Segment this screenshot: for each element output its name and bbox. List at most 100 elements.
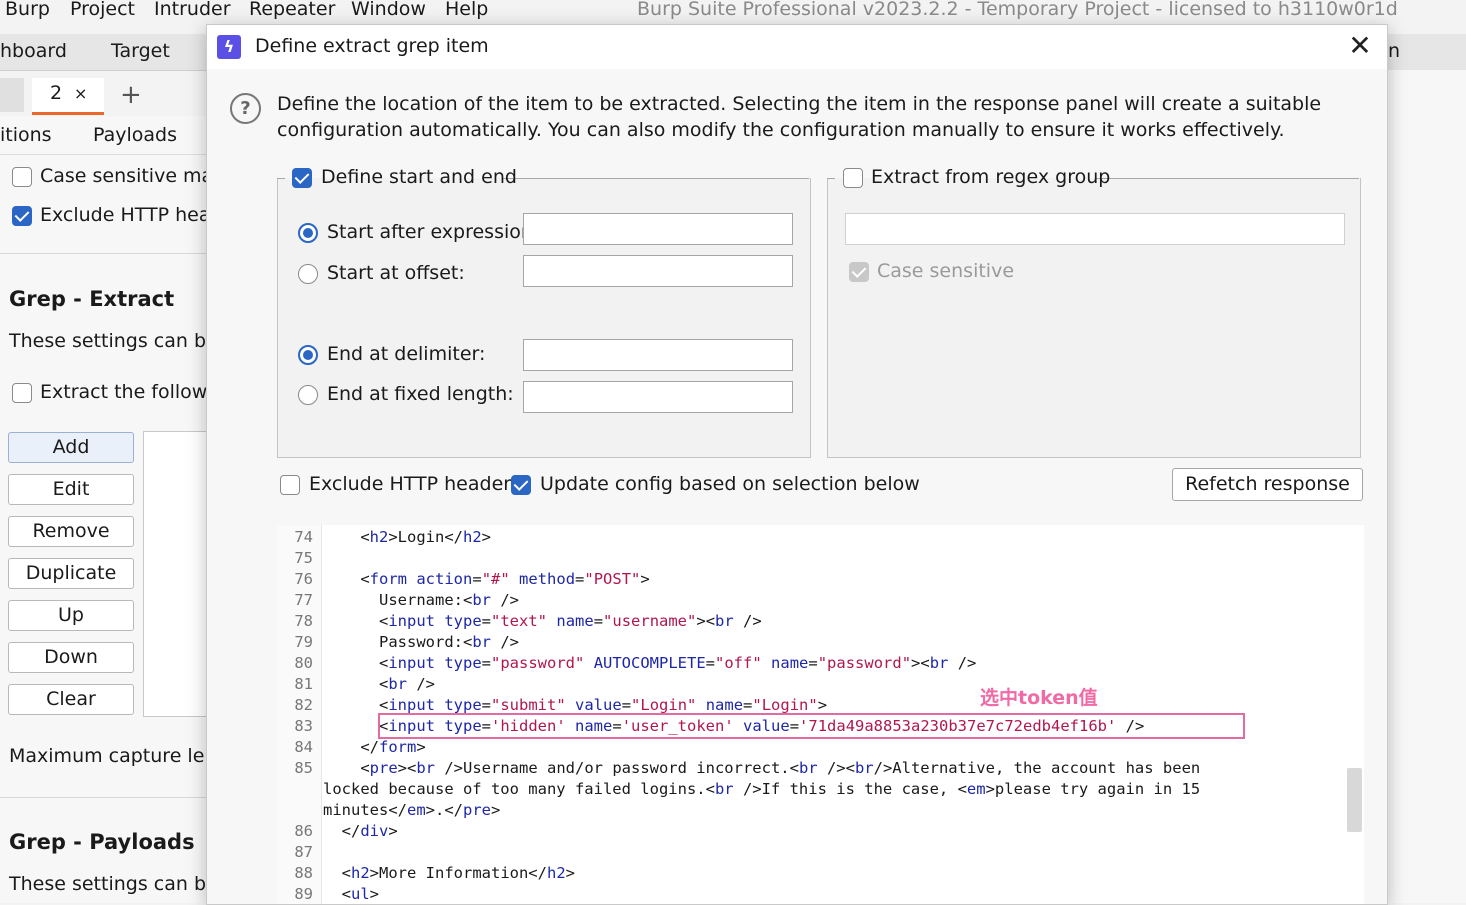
tab-payloads[interactable]: Payloads: [93, 124, 177, 146]
end-at-delimiter-label: End at delimiter:: [327, 343, 486, 365]
scrollbar-thumb[interactable]: [1347, 768, 1362, 832]
start-at-offset-radio[interactable]: [298, 264, 318, 284]
line-number: 89: [294, 885, 313, 903]
code-line[interactable]: <pre><br />Username and/or password inco…: [323, 759, 1200, 777]
code-line[interactable]: <br />: [323, 675, 435, 693]
down-button[interactable]: Down: [8, 642, 134, 673]
add-tab-icon[interactable]: +: [120, 80, 142, 110]
extract-following-label: Extract the followin: [40, 381, 206, 403]
grep-payloads-description: These settings can be u: [9, 873, 206, 895]
background-right-area: [1386, 70, 1466, 903]
line-number: 76: [294, 570, 313, 588]
group-border: [503, 178, 809, 179]
regex-input[interactable]: [845, 213, 1345, 245]
group-border: [827, 178, 835, 179]
line-number: 78: [294, 612, 313, 630]
help-icon[interactable]: ?: [230, 93, 261, 124]
line-number: 74: [294, 528, 313, 546]
menu-help[interactable]: Help: [445, 0, 488, 20]
up-button[interactable]: Up: [8, 600, 134, 631]
end-at-fixed-length-radio[interactable]: [298, 385, 318, 405]
line-number: 87: [294, 843, 313, 861]
end-at-delimiter-radio[interactable]: [298, 345, 318, 365]
update-config-checkbox[interactable]: [511, 475, 531, 495]
clear-button[interactable]: Clear: [8, 684, 134, 715]
end-fixed-length-input[interactable]: [523, 381, 793, 413]
remove-button[interactable]: Remove: [8, 516, 134, 547]
divider: [0, 797, 206, 798]
exclude-http-checkbox[interactable]: [12, 206, 32, 226]
menu-burp[interactable]: Burp: [5, 0, 50, 20]
close-tab-icon[interactable]: ×: [74, 84, 87, 103]
code-line[interactable]: minutes</em>.</pre>: [323, 801, 500, 819]
define-start-end-label: Define start and end: [321, 166, 517, 188]
duplicate-button[interactable]: Duplicate: [8, 558, 134, 589]
define-start-end-checkbox[interactable]: [292, 168, 312, 188]
line-number: 86: [294, 822, 313, 840]
line-number: 83: [294, 717, 313, 735]
exclude-http-headers-checkbox[interactable]: [280, 475, 300, 495]
dialog-description: Define the location of the item to be ex…: [277, 93, 1322, 141]
add-button[interactable]: Add: [8, 432, 134, 463]
intruder-tab-2[interactable]: 2 ×: [32, 78, 104, 115]
end-at-fixed-length-label: End at fixed length:: [327, 383, 514, 405]
case-sensitive-label: Case sensitive matc: [40, 165, 206, 187]
start-after-expression-label: Start after expression:: [327, 221, 540, 243]
close-icon[interactable]: ✕: [1343, 29, 1377, 63]
group-border: [1095, 178, 1359, 179]
group-border: [277, 178, 285, 179]
regex-case-sensitive-label: Case sensitive: [877, 260, 1015, 282]
case-sensitive-checkbox[interactable]: [12, 167, 32, 187]
code-line[interactable]: <input type="submit" value="Login" name=…: [323, 696, 827, 714]
menu-intruder[interactable]: Intruder: [154, 0, 231, 20]
extract-following-checkbox[interactable]: [12, 383, 32, 403]
start-expression-input[interactable]: [523, 213, 793, 245]
tab-partial-right[interactable]: n: [1388, 40, 1400, 62]
code-line[interactable]: </div>: [323, 822, 398, 840]
line-number: 84: [294, 738, 313, 756]
menu-project[interactable]: Project: [70, 0, 135, 20]
code-line[interactable]: </form>: [323, 738, 425, 756]
intruder-tab-number: 2: [50, 82, 63, 104]
exclude-http-headers-label: Exclude HTTP headers: [309, 473, 521, 495]
code-line[interactable]: <h2>More Information</h2>: [323, 864, 575, 882]
tab-positions[interactable]: itions: [0, 124, 52, 146]
grep-extract-description: These settings can be u: [9, 330, 206, 352]
code-line[interactable]: <form action="#" method="POST">: [323, 570, 649, 588]
code-line[interactable]: <input type="password" AUTOCOMPLETE="off…: [323, 654, 976, 672]
menu-repeater[interactable]: Repeater: [249, 0, 335, 20]
start-offset-input[interactable]: [523, 255, 793, 287]
code-line[interactable]: locked because of too many failed logins…: [323, 780, 1200, 798]
intruder-tab-previous[interactable]: [0, 78, 24, 112]
start-at-offset-label: Start at offset:: [327, 262, 465, 284]
dialog-title-bar: ϟ Define extract grep item ✕: [207, 25, 1387, 69]
start-after-expression-radio[interactable]: [298, 223, 318, 243]
regex-case-sensitive-checkbox[interactable]: [849, 262, 869, 282]
grep-extract-heading: Grep - Extract: [9, 287, 175, 311]
code-line[interactable]: Password:<br />: [323, 633, 519, 651]
tab-dashboard[interactable]: hboard: [0, 40, 67, 62]
line-number: 85: [294, 759, 313, 777]
line-number: 88: [294, 864, 313, 882]
code-line[interactable]: <input type="text" name="username"><br /…: [323, 612, 762, 630]
token-selection-highlight: [378, 713, 1245, 739]
code-line[interactable]: Username:<br />: [323, 591, 519, 609]
refetch-response-button[interactable]: Refetch response: [1172, 468, 1363, 501]
line-number: 77: [294, 591, 313, 609]
line-number: 80: [294, 654, 313, 672]
code-line[interactable]: <h2>Login</h2>: [323, 528, 491, 546]
dialog-title: Define extract grep item: [255, 35, 489, 57]
burp-lightning-icon: ϟ: [217, 35, 241, 59]
edit-button[interactable]: Edit: [8, 474, 134, 505]
extract-regex-label: Extract from regex group: [871, 166, 1111, 188]
menu-window[interactable]: Window: [351, 0, 426, 20]
update-config-label: Update config based on selection below: [540, 473, 920, 495]
code-line[interactable]: <ul>: [323, 885, 379, 903]
response-viewer[interactable]: 74 <h2>Login</h2> 75 76 <form action="#" m…: [277, 525, 1364, 904]
extract-items-list[interactable]: [143, 431, 215, 717]
extract-regex-checkbox[interactable]: [843, 168, 863, 188]
tab-target[interactable]: Target: [111, 40, 170, 62]
end-delimiter-input[interactable]: [523, 339, 793, 371]
grep-payloads-heading: Grep - Payloads: [9, 830, 195, 854]
max-capture-label: Maximum capture leng: [9, 745, 206, 767]
